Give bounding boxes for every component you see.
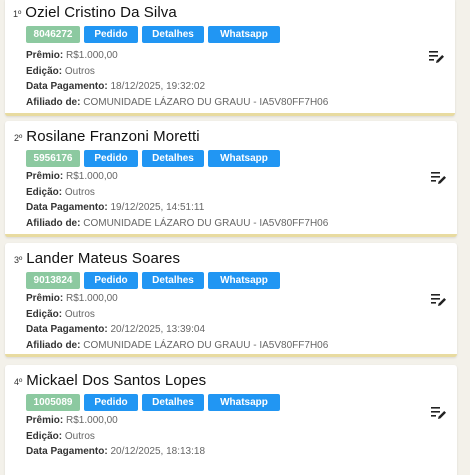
afiliado-value: COMUNIDADE LÁZARO DU GRAUU - IA5V80FF7H0… <box>83 217 329 229</box>
premio-label: Prêmio: <box>26 50 64 61</box>
premio-value: R$1.000,00 <box>66 293 118 304</box>
winner-card: 3º Lander Mateus Soares 9013824 Pedido D… <box>5 243 457 357</box>
edicao-label: Edição: <box>26 186 63 198</box>
code-badge: 1005089 <box>26 394 80 411</box>
afiliado-label: Afiliado de: <box>26 217 81 229</box>
action-row: 8046272 Pedido Detalhes Whatsapp <box>26 26 280 43</box>
position-number: 1º <box>13 9 22 19</box>
detalhes-button[interactable]: Detalhes <box>142 26 204 43</box>
position-number: 3º <box>14 255 23 265</box>
edicao-row: Edição: Outros <box>26 429 205 445</box>
card-header: 2º Rosilane Franzoni Moretti <box>14 128 200 145</box>
afiliado-label: Afiliado de: <box>26 96 81 108</box>
pedido-button[interactable]: Pedido <box>84 26 138 43</box>
edit-list-icon[interactable] <box>431 171 447 185</box>
edicao-value: Outros <box>64 430 95 442</box>
code-badge: 8046272 <box>26 26 80 43</box>
afiliado-value: COMUNIDADE LÁZARO DU GRAUU - IA5V80FF7H0… <box>83 96 329 108</box>
action-row: 9013824 Pedido Detalhes Whatsapp <box>26 272 280 289</box>
edit-list-icon[interactable] <box>431 406 447 420</box>
edicao-label: Edição: <box>26 308 63 320</box>
card-header: 1º Oziel Cristino Da Silva <box>13 4 177 21</box>
data-pagamento-row: Data Pagamento: 20/12/2025, 13:39:04 <box>26 322 328 338</box>
afiliado-row: Afiliado de: COMUNIDADE LÁZARO DU GRAUU … <box>26 216 328 232</box>
data-pagamento-value: 20/12/2025, 18:13:18 <box>110 446 205 457</box>
data-pagamento-value: 20/12/2025, 13:39:04 <box>110 324 205 335</box>
pedido-button[interactable]: Pedido <box>84 150 138 167</box>
premio-row: Prêmio: R$1.000,00 <box>26 291 328 307</box>
afiliado-row: Afiliado de: COMUNIDADE LÁZARO DU GRAUU … <box>26 338 328 354</box>
premio-label: Prêmio: <box>26 171 64 182</box>
premio-row: Prêmio: R$1.000,00 <box>26 48 328 64</box>
premio-value: R$1.000,00 <box>66 415 118 426</box>
code-badge: 5956176 <box>26 150 80 167</box>
whatsapp-button[interactable]: Whatsapp <box>208 394 280 411</box>
pedido-button[interactable]: Pedido <box>84 272 138 289</box>
edicao-value: Outros <box>64 308 95 320</box>
winners-list: 1º Oziel Cristino Da Silva 8046272 Pedid… <box>0 0 470 475</box>
card-header: 4º Mickael Dos Santos Lopes <box>14 372 206 389</box>
edicao-label: Edição: <box>26 65 63 77</box>
data-pagamento-row: Data Pagamento: 18/12/2025, 19:32:02 <box>26 79 328 95</box>
position-number: 4º <box>14 377 23 387</box>
data-pagamento-row: Data Pagamento: 20/12/2025, 18:13:18 <box>26 444 205 460</box>
pedido-button[interactable]: Pedido <box>84 394 138 411</box>
whatsapp-button[interactable]: Whatsapp <box>208 150 280 167</box>
premio-value: R$1.000,00 <box>66 171 118 182</box>
action-row: 5956176 Pedido Detalhes Whatsapp <box>26 150 280 167</box>
edicao-label: Edição: <box>26 430 63 442</box>
data-pagamento-label: Data Pagamento: <box>26 324 108 335</box>
whatsapp-button[interactable]: Whatsapp <box>208 26 280 43</box>
edit-list-icon[interactable] <box>429 50 445 64</box>
detalhes-button[interactable]: Detalhes <box>142 150 204 167</box>
afiliado-row: Afiliado de: COMUNIDADE LÁZARO DU GRAUU … <box>26 95 328 111</box>
afiliado-label: Afiliado de: <box>26 339 81 351</box>
afiliado-value: COMUNIDADE LÁZARO DU GRAUU - IA5V80FF7H0… <box>83 339 329 351</box>
premio-row: Prêmio: R$1.000,00 <box>26 413 205 429</box>
winner-name: Oziel Cristino Da Silva <box>25 4 177 21</box>
winner-card: 4º Mickael Dos Santos Lopes 1005089 Pedi… <box>5 365 457 475</box>
card-fields: Prêmio: R$1.000,00 Edição: Outros Data P… <box>26 413 205 460</box>
data-pagamento-label: Data Pagamento: <box>26 446 108 457</box>
data-pagamento-row: Data Pagamento: 19/12/2025, 14:51:11 <box>26 200 328 216</box>
action-row: 1005089 Pedido Detalhes Whatsapp <box>26 394 280 411</box>
winner-card: 2º Rosilane Franzoni Moretti 5956176 Ped… <box>5 121 457 237</box>
code-badge: 9013824 <box>26 272 80 289</box>
premio-label: Prêmio: <box>26 415 64 426</box>
card-fields: Prêmio: R$1.000,00 Edição: Outros Data P… <box>26 169 328 231</box>
winner-card: 1º Oziel Cristino Da Silva 8046272 Pedid… <box>5 0 455 116</box>
detalhes-button[interactable]: Detalhes <box>142 394 204 411</box>
winner-name: Rosilane Franzoni Moretti <box>26 128 200 145</box>
data-pagamento-label: Data Pagamento: <box>26 202 108 213</box>
edicao-row: Edição: Outros <box>26 307 328 323</box>
premio-value: R$1.000,00 <box>66 50 118 61</box>
edit-list-icon[interactable] <box>431 293 447 307</box>
premio-row: Prêmio: R$1.000,00 <box>26 169 328 185</box>
card-fields: Prêmio: R$1.000,00 Edição: Outros Data P… <box>26 48 328 110</box>
winner-name: Lander Mateus Soares <box>26 250 181 267</box>
data-pagamento-value: 18/12/2025, 19:32:02 <box>110 81 205 92</box>
whatsapp-button[interactable]: Whatsapp <box>208 272 280 289</box>
edicao-row: Edição: Outros <box>26 64 328 80</box>
premio-label: Prêmio: <box>26 293 64 304</box>
detalhes-button[interactable]: Detalhes <box>142 272 204 289</box>
edicao-value: Outros <box>64 65 95 77</box>
card-fields: Prêmio: R$1.000,00 Edição: Outros Data P… <box>26 291 328 353</box>
data-pagamento-label: Data Pagamento: <box>26 81 108 92</box>
card-header: 3º Lander Mateus Soares <box>14 250 180 267</box>
edicao-value: Outros <box>64 186 95 198</box>
data-pagamento-value: 19/12/2025, 14:51:11 <box>110 202 205 213</box>
position-number: 2º <box>14 133 23 143</box>
winner-name: Mickael Dos Santos Lopes <box>26 372 207 389</box>
edicao-row: Edição: Outros <box>26 185 328 201</box>
